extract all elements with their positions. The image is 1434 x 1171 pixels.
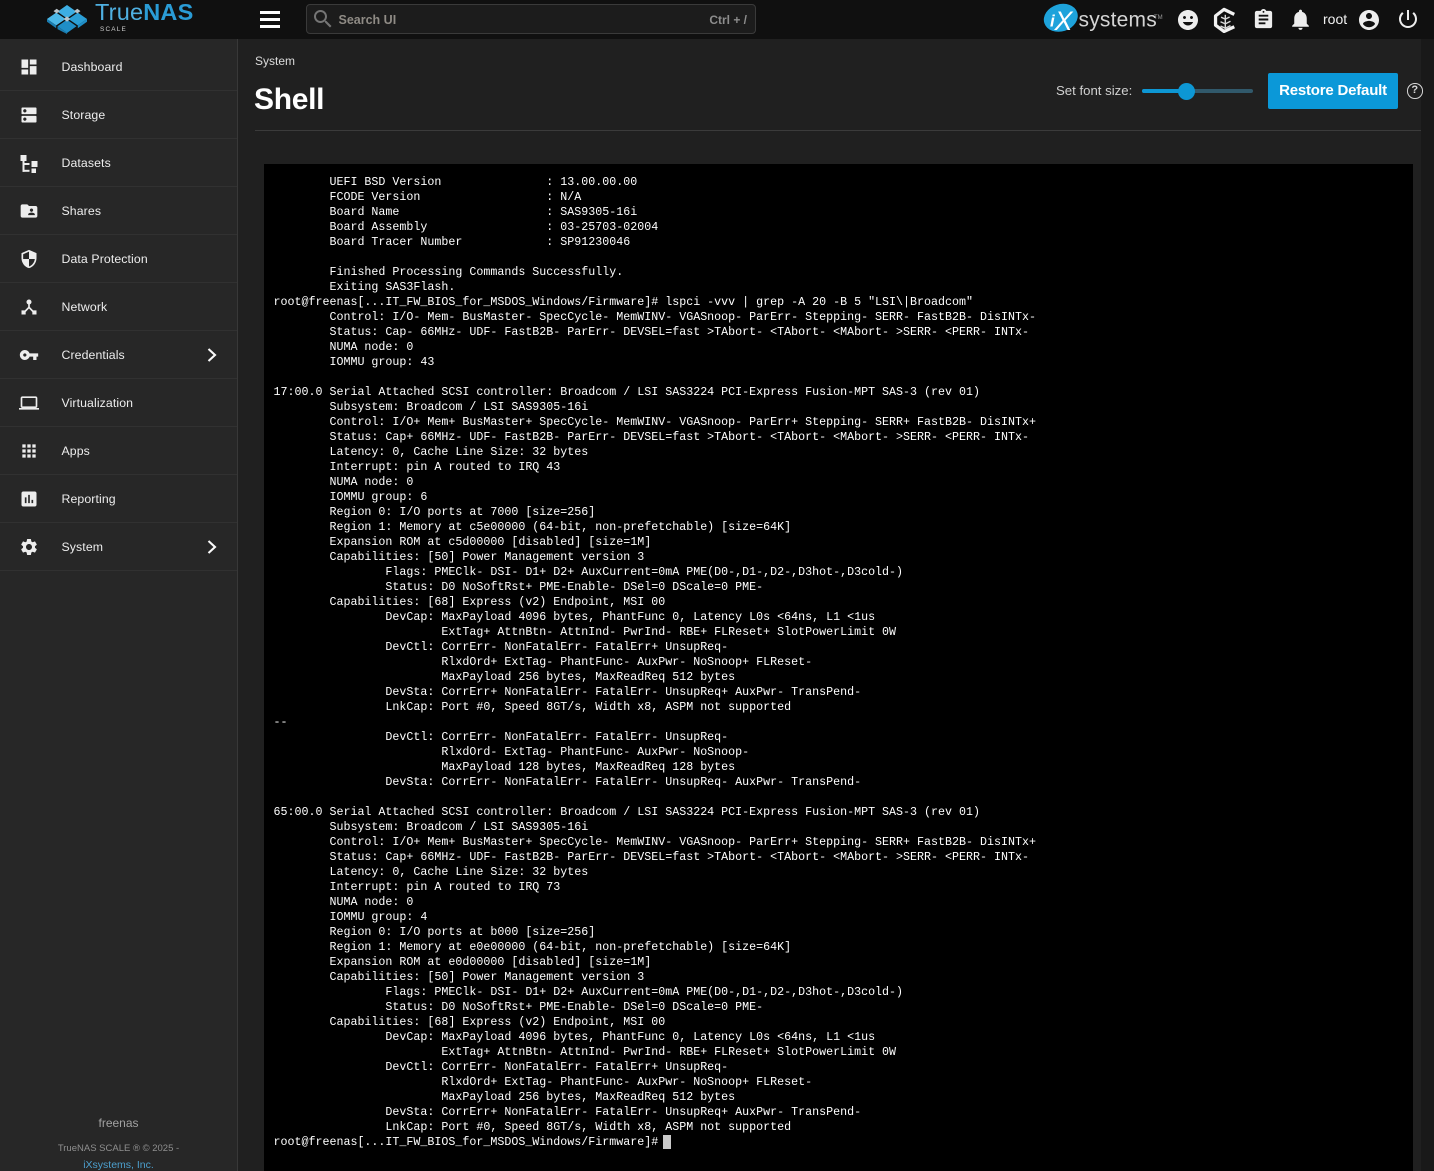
svg-text:systems: systems bbox=[1079, 9, 1157, 32]
svg-text:TM: TM bbox=[1154, 15, 1163, 21]
svg-text:X: X bbox=[1054, 6, 1074, 36]
